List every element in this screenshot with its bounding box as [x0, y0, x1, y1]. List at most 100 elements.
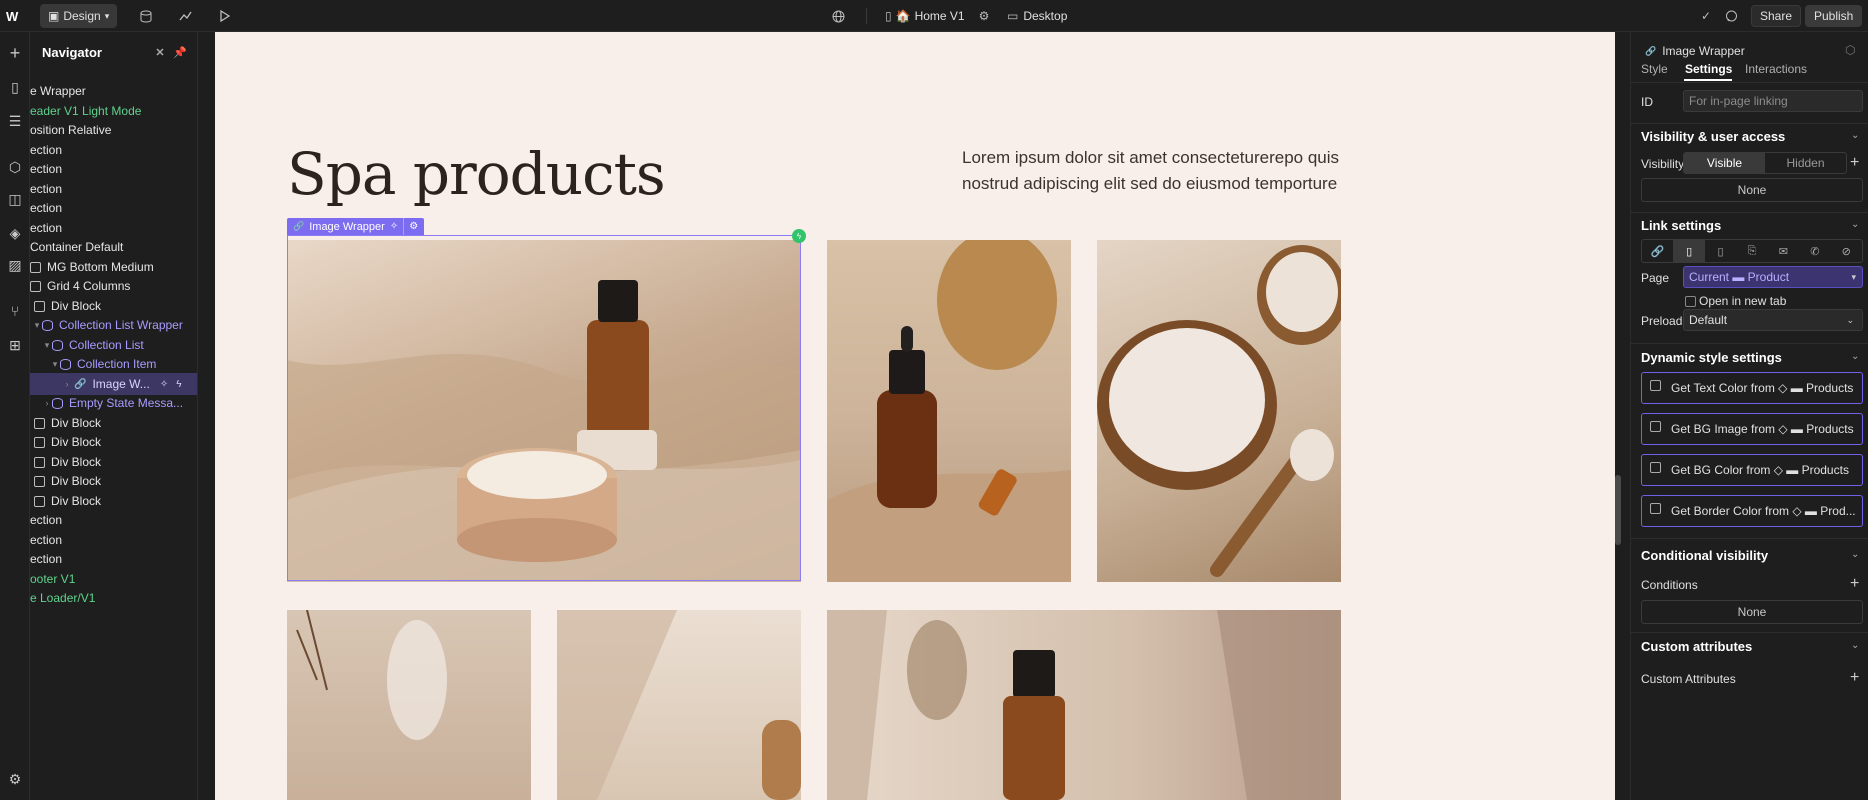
tree-item[interactable]: ection — [30, 158, 197, 180]
custom-attributes-title[interactable]: Custom attributes — [1641, 639, 1752, 654]
chevron-down-icon[interactable]: ▾ — [32, 320, 42, 331]
tree-item[interactable]: Container Default — [30, 236, 197, 258]
visibility-none-button[interactable]: None — [1641, 178, 1863, 202]
tree-item[interactable]: ection — [30, 548, 197, 570]
selection-label-text: Image Wrapper — [309, 220, 385, 233]
dynamic-bg-image[interactable]: Get BG Image from ◇ ▬ Products — [1641, 413, 1863, 445]
tree-item[interactable]: Grid 4 Columns — [30, 275, 197, 297]
product-image-vase[interactable] — [557, 610, 801, 800]
dynamic-style-title[interactable]: Dynamic style settings — [1641, 350, 1782, 365]
checkbox[interactable] — [1650, 461, 1661, 473]
tree-item[interactable]: e Loader/V1 — [30, 587, 197, 609]
add-elements-icon[interactable]: + — [4, 42, 26, 64]
tree-item[interactable]: ▾ Collection Item — [30, 353, 197, 375]
tab-style[interactable]: Style — [1641, 62, 1668, 76]
pin-icon[interactable]: 📌 — [172, 44, 188, 60]
add-attribute-icon[interactable]: + — [1850, 670, 1859, 686]
url-link-icon[interactable]: 🔗 — [1642, 240, 1673, 262]
share-button[interactable]: Share — [1751, 5, 1802, 27]
link-type-selector[interactable]: 🔗 ▯ ▯ ⎘ ✉ ✆ ⊘ — [1641, 239, 1863, 263]
visible-option[interactable]: Visible — [1684, 153, 1765, 173]
tree-item[interactable]: › Empty State Messa... — [30, 392, 197, 414]
add-icon[interactable]: + — [1850, 155, 1859, 171]
status-dot-icon[interactable]: ϟ — [792, 229, 806, 243]
selection-label[interactable]: 🔗 Image Wrapper ✧ ⚙ — [287, 218, 425, 235]
analytics-icon[interactable] — [173, 0, 197, 32]
components-icon[interactable]: ⬡ — [4, 156, 26, 178]
collection-link-icon[interactable]: ⎘ — [1736, 240, 1767, 262]
chevron-down-icon[interactable]: ⌄ — [1851, 640, 1859, 651]
cms-collections-icon[interactable]: ◫ — [4, 188, 26, 210]
email-link-icon[interactable]: ✉ — [1768, 240, 1799, 262]
comments-icon[interactable] — [1719, 0, 1743, 32]
navigator-icon[interactable]: ☰ — [4, 110, 26, 132]
breakpoint-selector[interactable]: ▭ Desktop — [1007, 0, 1067, 32]
globe-icon[interactable] — [826, 0, 850, 32]
dynamic-text-color[interactable]: Get Text Color from ◇ ▬ Products — [1641, 372, 1863, 404]
checkbox[interactable] — [1650, 420, 1661, 432]
link-settings-title[interactable]: Link settings — [1641, 218, 1721, 233]
product-image-diffuser[interactable] — [287, 610, 531, 800]
chevron-down-icon[interactable]: ▾ — [42, 340, 52, 351]
section-link-icon[interactable]: ▯ — [1705, 240, 1736, 262]
page-link-icon[interactable]: ▯ — [1673, 240, 1705, 262]
tree-item[interactable]: ection — [30, 197, 197, 219]
tree-item[interactable]: osition Relative — [30, 119, 197, 141]
page-settings-gear-icon[interactable]: ⚙ — [972, 0, 996, 32]
preload-select[interactable]: Default ⌄ — [1683, 309, 1863, 331]
tree-item[interactable]: e Wrapper — [30, 80, 197, 102]
settings-gear-icon[interactable]: ⚙ — [409, 221, 418, 232]
chevron-down-icon[interactable]: ⌄ — [1851, 549, 1859, 560]
design-mode-button[interactable]: ▣ Design ▾ — [40, 4, 118, 28]
id-input[interactable]: For in-page linking — [1683, 90, 1863, 112]
tree-item[interactable]: ection — [30, 509, 197, 531]
chevron-down-icon[interactable]: ▾ — [50, 359, 60, 370]
collapse-icon[interactable]: ✕ — [152, 44, 168, 60]
component-icon[interactable]: ⬡ — [1845, 43, 1855, 57]
tree-item[interactable]: Div Block — [30, 470, 197, 492]
visibility-toggle[interactable]: Visible Hidden — [1683, 152, 1847, 174]
tree-item[interactable]: Div Block — [30, 431, 197, 453]
checkbox[interactable] — [1650, 502, 1661, 514]
canvas-scrollbar[interactable] — [1615, 475, 1621, 545]
dynamic-border-color[interactable]: Get Border Color from ◇ ▬ Prod... — [1641, 495, 1863, 527]
tab-settings[interactable]: Settings — [1685, 62, 1732, 76]
tab-interactions[interactable]: Interactions — [1745, 62, 1807, 76]
chevron-right-icon[interactable]: › — [42, 398, 52, 408]
hidden-option[interactable]: Hidden — [1765, 153, 1846, 173]
lead-paragraph[interactable]: Lorem ipsum dolor sit amet consecteturer… — [962, 145, 1362, 197]
page-select[interactable]: Current ▬ Product ▾ — [1683, 266, 1863, 288]
file-link-icon[interactable]: ⊘ — [1831, 240, 1862, 262]
page-body[interactable]: Spa products Lorem ipsum dolor sit amet … — [215, 32, 1615, 800]
page-heading[interactable]: Spa products — [287, 140, 666, 208]
cms-icon[interactable] — [134, 0, 158, 32]
chevron-down-icon[interactable]: ⌄ — [1851, 219, 1859, 230]
pages-icon[interactable]: ▯ — [4, 76, 26, 98]
assets-icon[interactable]: ▨ — [4, 254, 26, 276]
add-condition-icon[interactable]: + — [1850, 576, 1859, 592]
logic-icon[interactable]: ⑂ — [4, 300, 26, 322]
apps-icon[interactable]: ⊞ — [4, 334, 26, 356]
product-image-oil-bottle[interactable] — [827, 610, 1341, 800]
settings-gear-icon[interactable]: ⚙ — [4, 768, 26, 790]
checkmark-icon[interactable]: ✓ — [1694, 0, 1718, 32]
webflow-logo[interactable]: W — [6, 0, 28, 32]
conditional-visibility-title[interactable]: Conditional visibility — [1641, 548, 1768, 563]
variables-icon[interactable]: ◈ — [4, 222, 26, 244]
product-image-dropper[interactable] — [827, 240, 1071, 582]
preview-play-icon[interactable] — [212, 0, 236, 32]
dynamic-bg-color[interactable]: Get BG Color from ◇ ▬ Products — [1641, 454, 1863, 486]
page-selector[interactable]: ▯ 🏠 Home V1 — [885, 0, 965, 32]
chevron-down-icon[interactable]: ⌄ — [1851, 130, 1859, 141]
tree-item[interactable]: ▾ Collection List Wrapper — [30, 314, 197, 336]
product-image-bath-salt[interactable] — [1097, 240, 1341, 582]
design-canvas[interactable]: Spa products Lorem ipsum dolor sit amet … — [199, 32, 1621, 800]
chevron-right-icon[interactable]: › — [62, 379, 72, 389]
visibility-section-title[interactable]: Visibility & user access — [1641, 129, 1785, 144]
chevron-down-icon[interactable]: ⌄ — [1851, 351, 1859, 362]
checkbox[interactable] — [1650, 379, 1661, 391]
phone-link-icon[interactable]: ✆ — [1799, 240, 1830, 262]
publish-button[interactable]: Publish — [1805, 5, 1863, 27]
open-new-tab-checkbox[interactable] — [1685, 296, 1696, 307]
conditions-none-button[interactable]: None — [1641, 600, 1863, 624]
